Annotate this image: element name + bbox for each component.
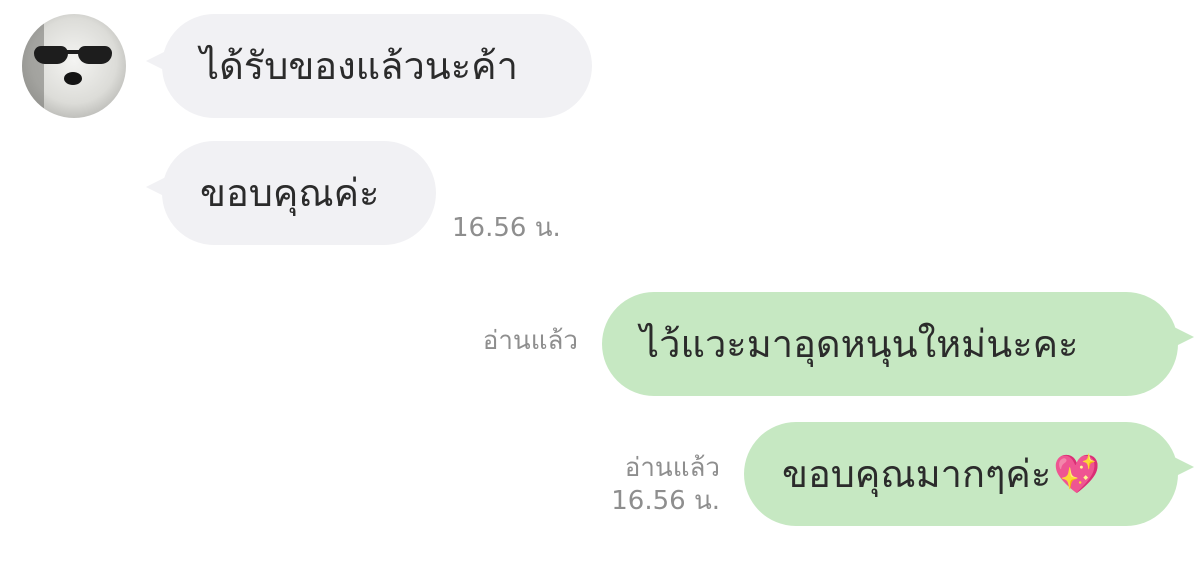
message-text: ขอบคุณมากๆค่ะ (782, 452, 1052, 496)
sunglasses-right-lens (78, 46, 112, 64)
avatar-shadow (22, 14, 44, 118)
message-text: ไว้แวะมาอุดหนุนใหม่นะคะ (640, 322, 1079, 366)
outgoing-message[interactable]: ขอบคุณมากๆค่ะ 💖 (744, 422, 1178, 526)
incoming-message[interactable]: ได้รับของแล้วนะค้า (162, 14, 592, 118)
bubble-tail (1172, 326, 1194, 348)
contact-avatar[interactable] (22, 14, 126, 118)
dog-nose (64, 72, 82, 85)
outgoing-message[interactable]: ไว้แวะมาอุดหนุนใหม่นะคะ (602, 292, 1178, 396)
read-receipt: อ่านแล้ว (624, 453, 720, 483)
message-text: ขอบคุณค่ะ (200, 171, 380, 215)
message-text: ได้รับของแล้วนะค้า (200, 44, 518, 88)
message-timestamp: 16.56 น. (452, 213, 561, 243)
sparkling-heart-icon: 💖 (1053, 452, 1101, 496)
message-meta: อ่านแล้ว 16.56 น. (560, 452, 720, 517)
bubble-tail (1172, 456, 1194, 478)
message-timestamp: 16.56 น. (611, 485, 720, 516)
incoming-message[interactable]: ขอบคุณค่ะ (162, 141, 436, 245)
sunglasses-icon (34, 46, 68, 64)
read-receipt: อ่านแล้ว (482, 326, 578, 356)
